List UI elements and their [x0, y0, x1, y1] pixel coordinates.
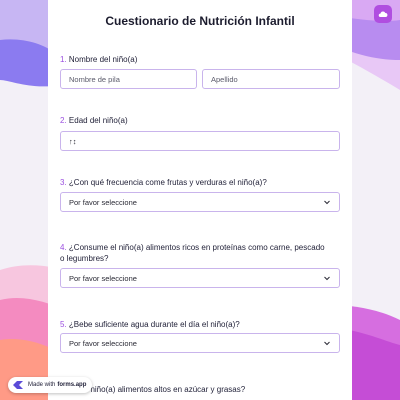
- question-text: Edad del niño(a): [68, 116, 128, 125]
- last-name-input[interactable]: Apellido: [202, 69, 340, 89]
- question-2-label: 2. Edad del niño(a): [60, 115, 330, 126]
- water-select[interactable]: Por favor seleccione: [60, 333, 340, 353]
- question-6-label: ...me el niño(a) alimentos altos en azúc…: [62, 384, 332, 395]
- fruits-vegetables-select[interactable]: Por favor seleccione: [60, 192, 340, 212]
- first-name-placeholder: Nombre de pila: [69, 74, 120, 84]
- protein-select[interactable]: Por favor seleccione: [60, 268, 340, 288]
- question-number: 1.: [60, 55, 67, 64]
- top-right-button[interactable]: [374, 5, 392, 23]
- badge-prefix: Made with: [28, 382, 56, 388]
- cloud-icon: [378, 11, 388, 18]
- select-value: Por favor seleccione: [69, 338, 137, 348]
- question-text: Nombre del niño(a): [68, 55, 138, 64]
- last-name-placeholder: Apellido: [211, 74, 238, 84]
- select-value: Por favor seleccione: [69, 197, 137, 207]
- select-value: Por favor seleccione: [69, 273, 137, 283]
- forms-app-logo-icon: [13, 381, 23, 389]
- form-title: Cuestionario de Nutrición Infantil: [105, 14, 295, 28]
- question-text: ¿Bebe suficiente agua durante el día el …: [68, 320, 240, 329]
- question-5-label: 5. ¿Bebe suficiente agua durante el día …: [60, 319, 330, 330]
- chevron-down-icon: [324, 200, 330, 205]
- question-number: 3.: [60, 178, 67, 187]
- question-number: 4.: [60, 243, 67, 252]
- chevron-down-icon: [324, 341, 330, 346]
- question-4-label: 4. ¿Consume el niño(a) alimentos ricos e…: [60, 242, 330, 264]
- question-1-label: 1. Nombre del niño(a): [60, 54, 330, 65]
- question-number: 2.: [60, 116, 67, 125]
- badge-brand: forms.app: [57, 382, 87, 388]
- question-3-label: 3. ¿Con qué frecuencia come frutas y ver…: [60, 177, 330, 188]
- question-number: 5.: [60, 320, 67, 329]
- made-with-badge[interactable]: Made with forms.app: [8, 377, 93, 393]
- question-text: ¿Consume el niño(a) alimentos ricos en p…: [60, 243, 325, 263]
- question-text: ¿Con qué frecuencia come frutas y verdur…: [68, 178, 267, 187]
- chevron-down-icon: [324, 276, 330, 281]
- age-value: ↑↕: [69, 136, 77, 146]
- age-input[interactable]: ↑↕: [60, 131, 340, 151]
- first-name-input[interactable]: Nombre de pila: [60, 69, 197, 89]
